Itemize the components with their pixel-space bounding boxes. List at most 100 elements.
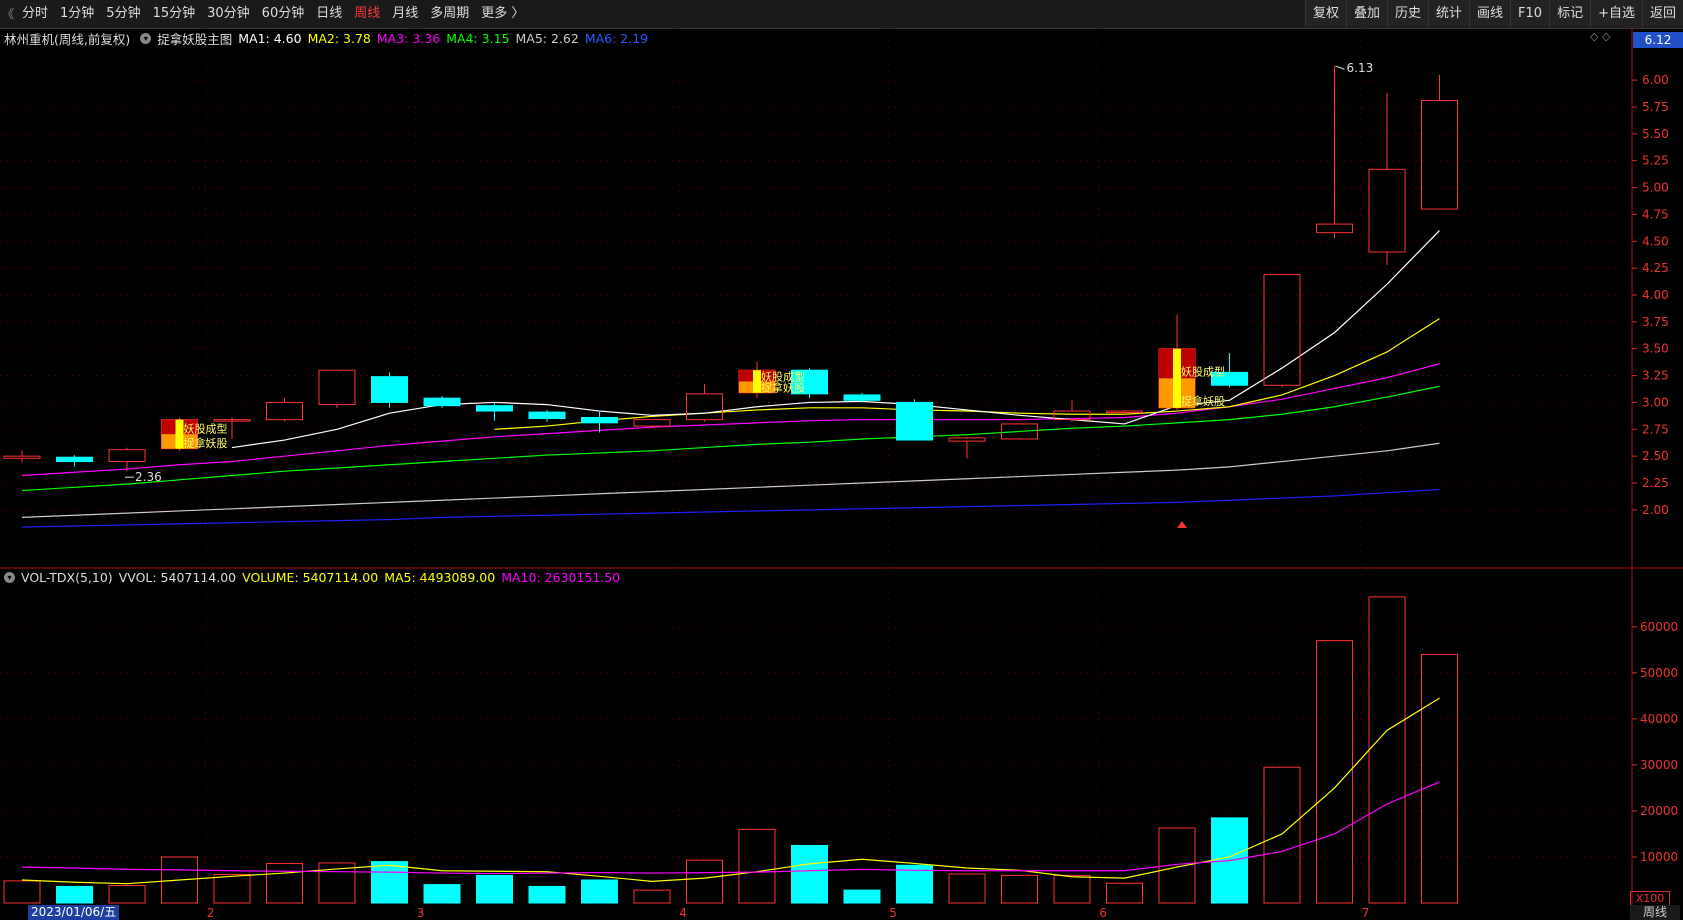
volume-bar — [423, 884, 461, 904]
period-tab-7[interactable]: 周线 — [348, 0, 386, 28]
ma1-line — [231, 230, 1440, 449]
kline-chart[interactable]: 6.00 5.75 5.50 5.25 5.00 4.75 4.50 4.25 4.00 3.75… — [0, 28, 1683, 920]
toolbar-actions: 复权 叠加 历史 统计 画线 F10 标记 +自选 返回 — [1304, 0, 1683, 28]
volume-bar — [843, 889, 881, 904]
candle-body — [3, 455, 41, 459]
toolbar-button-6[interactable]: 标记 — [1549, 0, 1591, 28]
candle-body — [686, 393, 723, 421]
price-tick-label: 5.00 — [1642, 181, 1669, 195]
price-tick-label: 3.25 — [1642, 369, 1669, 383]
signal-label: 捉拿妖股 — [761, 381, 805, 395]
period-tab-5[interactable]: 60分钟 — [256, 0, 311, 28]
period-tab-2[interactable]: 5分钟 — [100, 0, 146, 28]
volume-bar — [791, 844, 828, 904]
toolbar: 《 分时 1分钟 5分钟 15分钟 30分钟 60分钟 日线 周线 月线 多周期 更多 〉 复权 叠加… — [0, 0, 1683, 29]
volume-bar — [56, 885, 93, 904]
cursor-date: 2023/01/06/五 — [28, 905, 120, 920]
signal-label: 捉拿妖股 — [184, 436, 228, 450]
month-label: 4 — [679, 906, 687, 920]
signal-label: 妖股成型 — [1181, 364, 1225, 378]
signal-block — [175, 419, 184, 449]
month-label: 2 — [207, 906, 215, 920]
price-tick-label: 5.75 — [1642, 100, 1669, 114]
month-label: 6 — [1099, 906, 1107, 920]
volume-bar — [371, 861, 408, 904]
signal-label: 妖股成型 — [184, 422, 228, 436]
candle-body — [1316, 223, 1353, 234]
period-tab-1[interactable]: 1分钟 — [54, 0, 100, 28]
candle-body — [528, 411, 566, 420]
volume-bar — [1001, 874, 1038, 904]
candle-body — [896, 401, 933, 441]
price-tick-label: 3.75 — [1642, 315, 1669, 329]
volume-bar — [3, 880, 41, 904]
candle-body — [266, 401, 303, 421]
candle-body — [476, 405, 513, 412]
period-label: 周线 — [1630, 905, 1680, 920]
price-tick-label: 2.50 — [1642, 449, 1669, 463]
price-tick-label: 2.25 — [1642, 476, 1669, 490]
toolbar-button-4[interactable]: 画线 — [1469, 0, 1511, 28]
volume-bar — [528, 885, 566, 904]
period-tab-3[interactable]: 15分钟 — [147, 0, 202, 28]
price-tick-label: 4.75 — [1642, 207, 1669, 221]
candle-body — [1368, 168, 1406, 253]
month-label: 5 — [889, 906, 897, 920]
period-tabs: 《 分时 1分钟 5分钟 15分钟 30分钟 60分钟 日线 周线 月线 多周期 更多 〉 — [0, 0, 530, 28]
volume-tick-label: 10000 — [1640, 850, 1678, 864]
volume-bar — [1263, 766, 1301, 904]
price-tick-label: 2.00 — [1642, 503, 1669, 517]
cursor-marker-icon — [1177, 521, 1187, 528]
period-tab-9[interactable]: 多周期 — [424, 0, 475, 28]
signal-block — [753, 370, 761, 393]
candle-body — [843, 394, 881, 401]
candle-body — [581, 416, 618, 424]
volume-tick-label: 50000 — [1640, 666, 1678, 680]
volume-bar — [1421, 653, 1458, 904]
period-tab-4[interactable]: 30分钟 — [201, 0, 256, 28]
volume-bar — [108, 885, 146, 904]
price-tick-label: 6.00 — [1642, 73, 1669, 87]
high-pointer — [1335, 65, 1345, 70]
candle-body — [56, 456, 93, 463]
volume-bar — [1053, 874, 1091, 904]
period-tab-6[interactable]: 日线 — [310, 0, 348, 28]
toolbar-button-8[interactable]: 返回 — [1641, 0, 1683, 28]
ma5-line — [21, 442, 1440, 519]
high-price-label: 6.13 — [1347, 61, 1374, 75]
price-tick-label: 4.25 — [1642, 261, 1669, 275]
period-tab-0[interactable]: 分时 — [16, 0, 54, 28]
collapse-icon[interactable]: 《 — [0, 0, 16, 28]
price-tick-label: 2.75 — [1642, 422, 1669, 436]
volume-bar — [1316, 640, 1353, 904]
month-label: 3 — [417, 906, 425, 920]
price-tick-label: 4.50 — [1642, 234, 1669, 248]
volume-tick-label: 40000 — [1640, 712, 1678, 726]
candle-body — [948, 437, 986, 442]
period-tab-10[interactable]: 更多 〉 — [475, 0, 530, 28]
price-tick-label: 4.00 — [1642, 288, 1669, 302]
volume-bar — [476, 874, 513, 904]
candle-body — [108, 449, 146, 463]
volume-bar — [948, 873, 986, 904]
month-label: 7 — [1362, 906, 1370, 920]
volume-bar — [266, 862, 303, 904]
candle-body — [1421, 100, 1458, 210]
volume-bar — [738, 828, 776, 904]
toolbar-button-7[interactable]: +自选 — [1590, 0, 1642, 28]
volume-tick-label: 30000 — [1640, 758, 1678, 772]
toolbar-button-2[interactable]: 历史 — [1386, 0, 1428, 28]
period-tab-8[interactable]: 月线 — [386, 0, 424, 28]
volume-tick-label: 20000 — [1640, 804, 1678, 818]
ma2-line — [494, 318, 1440, 430]
volume-bar — [581, 879, 618, 904]
signal-block — [1173, 348, 1181, 408]
toolbar-button-5[interactable]: F10 — [1510, 0, 1550, 28]
toolbar-button-3[interactable]: 统计 — [1428, 0, 1470, 28]
candle-body — [423, 397, 461, 407]
toolbar-button-0[interactable]: 复权 — [1304, 0, 1346, 28]
candle-body — [371, 376, 408, 403]
volume-bar — [686, 859, 723, 904]
toolbar-button-1[interactable]: 叠加 — [1345, 0, 1387, 28]
volume-bar — [633, 889, 671, 904]
